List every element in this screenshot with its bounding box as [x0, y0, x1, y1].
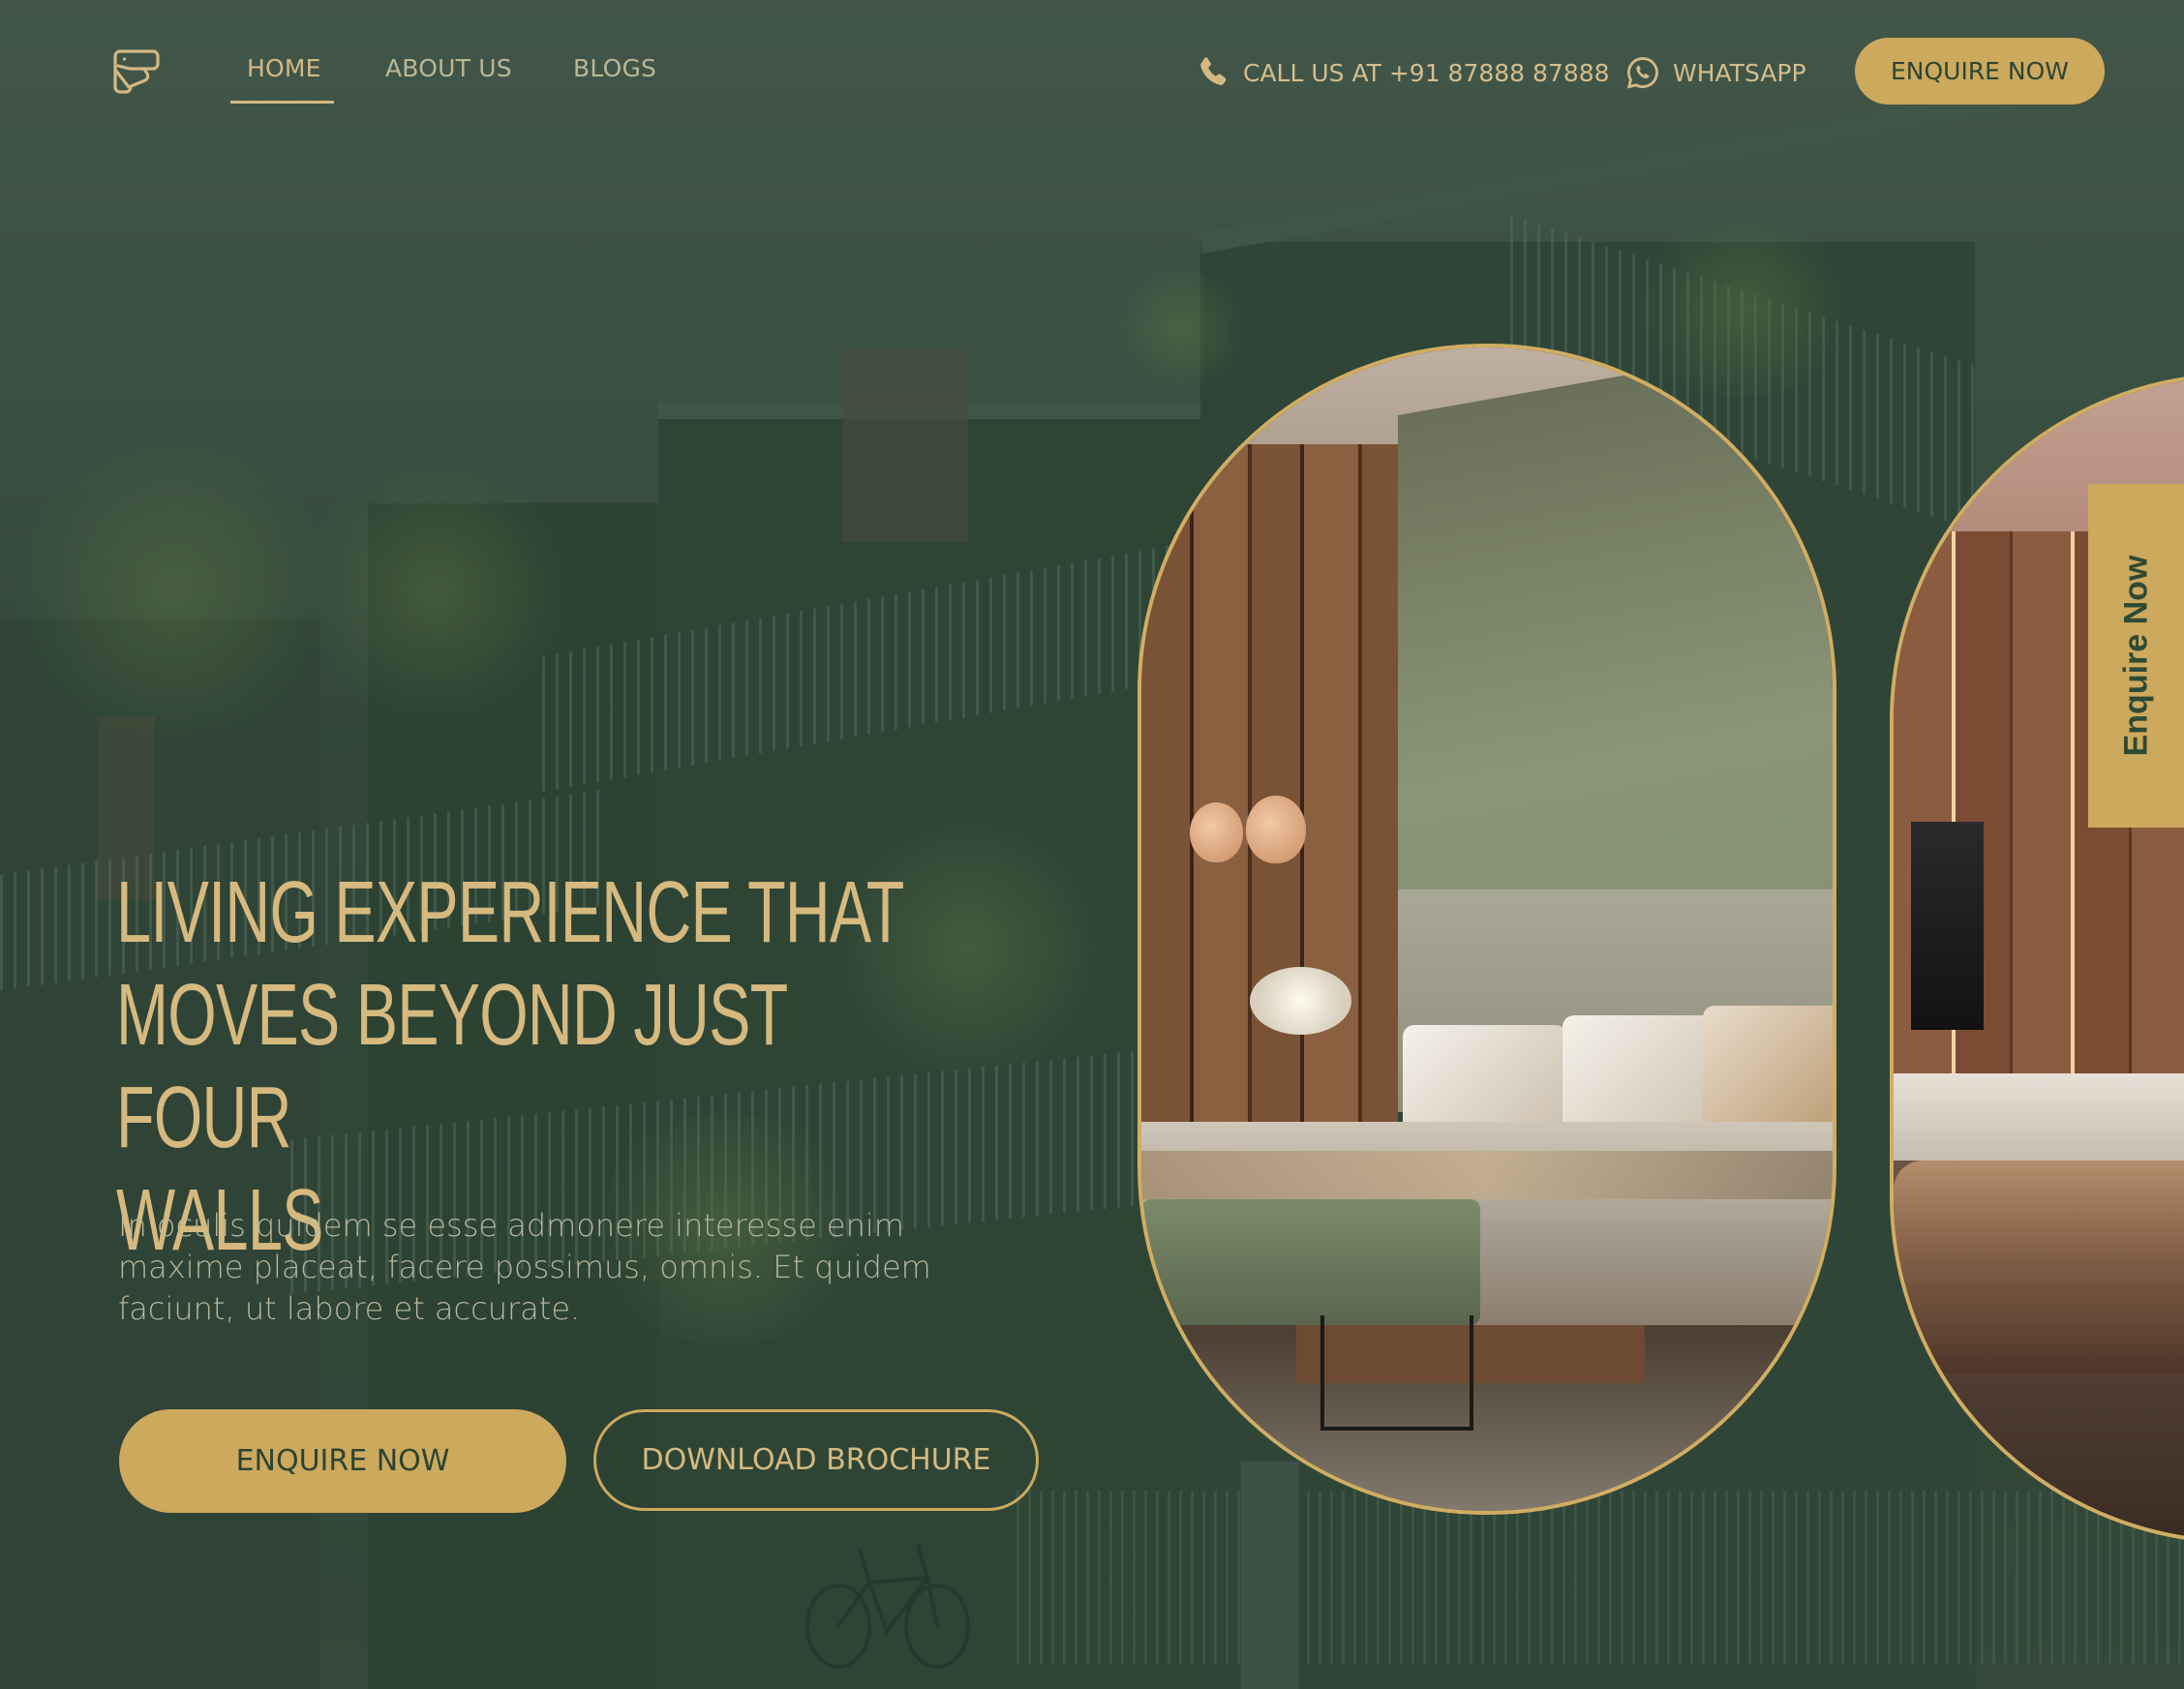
pendant-lamp [1246, 796, 1306, 863]
call-label: CALL US AT +91 87888 87888 [1243, 58, 1610, 87]
gallery-card-bedroom[interactable] [1138, 344, 1836, 1515]
tree-foliage [290, 465, 581, 716]
bench-leg [1320, 1315, 1473, 1431]
nav-active-indicator [230, 101, 334, 104]
pendant-lamp [1190, 802, 1243, 862]
hero-description: In oculis quidem se esse admonere intere… [118, 1207, 931, 1327]
whatsapp-icon [1626, 57, 1658, 89]
sofa [1894, 1161, 2184, 1373]
call-link[interactable]: CALL US AT +91 87888 87888 [1195, 54, 1610, 91]
nav-blogs[interactable]: BLOGS [573, 54, 656, 82]
hero-title-line: LIVING EXPERIENCE THAT [116, 864, 904, 961]
bedroom-image [1141, 347, 1833, 1511]
header-enquire-button[interactable]: ENQUIRE NOW [1855, 38, 2105, 105]
tv-console [1894, 1073, 2184, 1161]
download-brochure-button[interactable]: DOWNLOAD BROCHURE [593, 1409, 1039, 1511]
side-enquire-label: Enquire Now [2117, 555, 2155, 757]
flower-vase [1250, 967, 1351, 1035]
site-header: HOME ABOUT US BLOGS CALL US AT +91 87888… [0, 0, 2184, 145]
whatsapp-link[interactable]: WHATSAPP [1624, 54, 1806, 91]
phone-icon [1200, 57, 1227, 85]
bench [1141, 1199, 1480, 1325]
brand-logo-icon[interactable] [112, 48, 161, 95]
enquire-now-button[interactable]: ENQUIRE NOW [119, 1409, 566, 1513]
side-enquire-tab[interactable]: Enquire Now [2088, 484, 2184, 828]
bicycle-icon [805, 1543, 970, 1669]
building-wood-panel [842, 348, 968, 542]
whatsapp-label: WHATSAPP [1673, 58, 1806, 87]
bed-throw [1141, 1151, 1833, 1199]
television [1911, 822, 1984, 1030]
nav-home[interactable]: HOME [247, 54, 321, 82]
nav-about-us[interactable]: ABOUT US [385, 54, 512, 82]
hero-title-line: MOVES BEYOND JUST FOUR [116, 967, 787, 1166]
